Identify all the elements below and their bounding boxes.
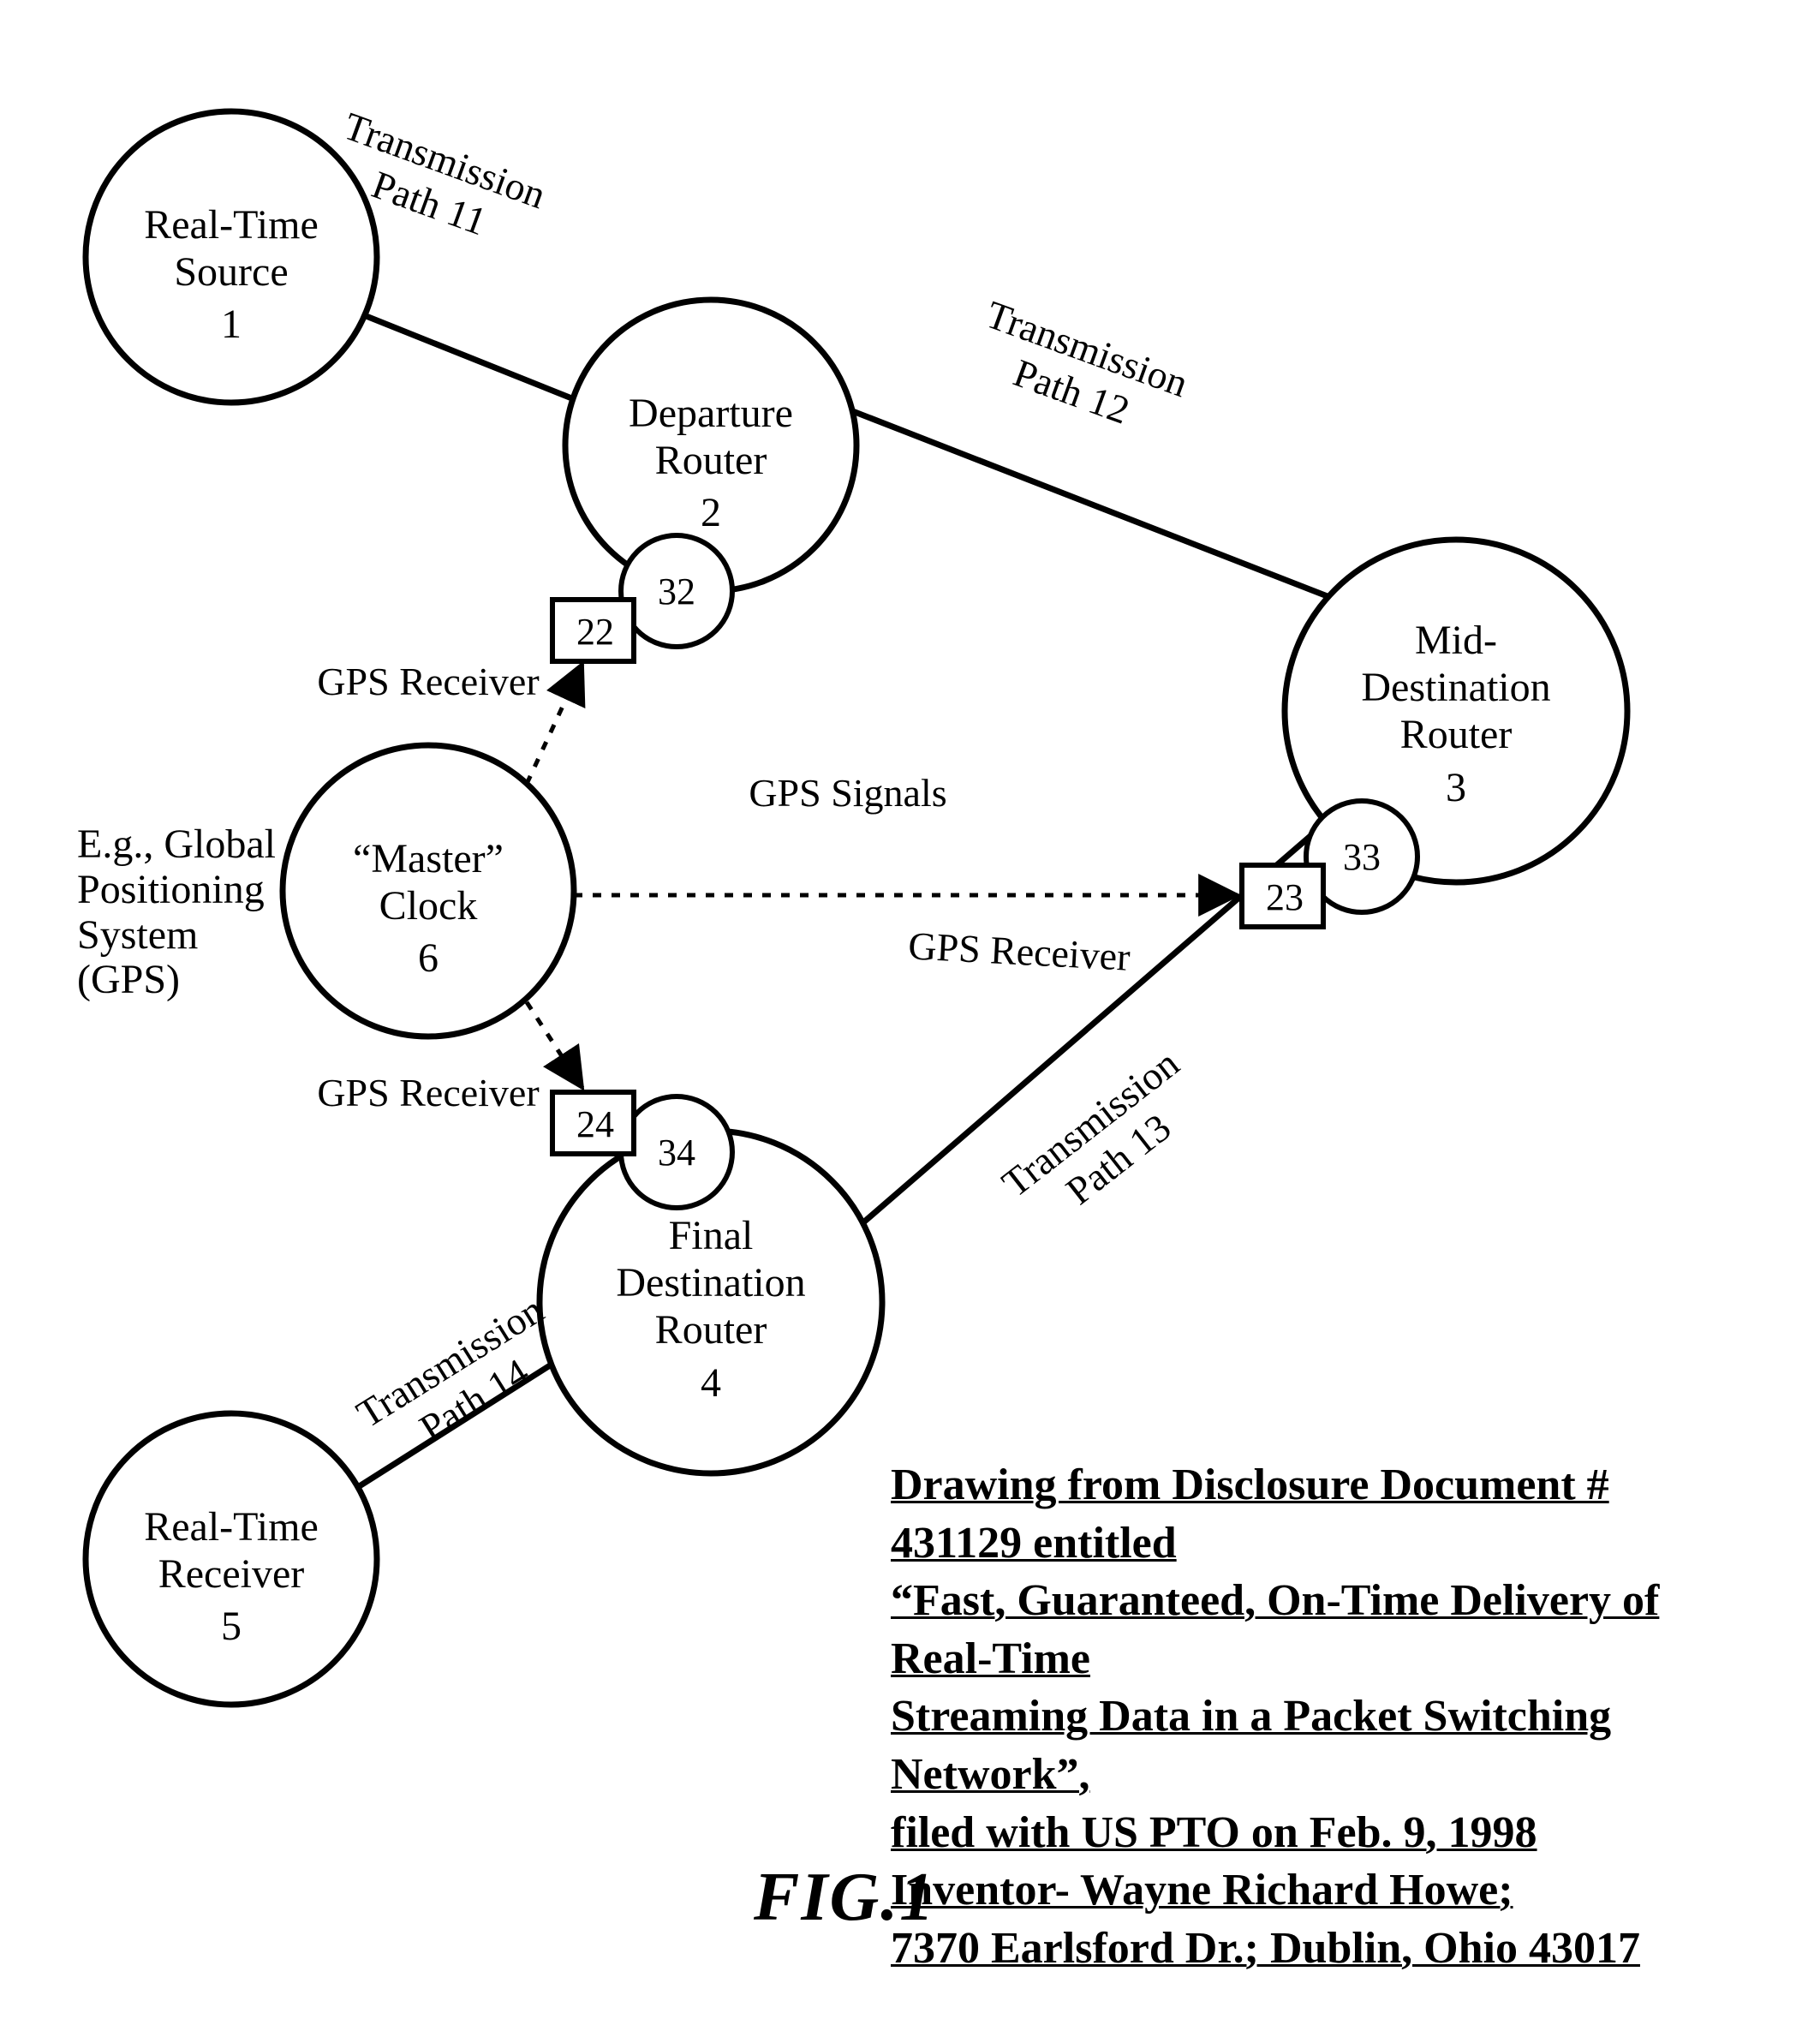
- circle-34: [621, 1096, 732, 1208]
- node-source: [86, 111, 377, 403]
- box-24: [552, 1092, 634, 1154]
- box-23: [1242, 865, 1323, 927]
- figure-label: FIG.1: [754, 1859, 935, 1937]
- caption-block: Drawing from Disclosure Document # 43112…: [891, 1456, 1747, 1977]
- node-master: [283, 745, 574, 1036]
- box-22: [552, 600, 634, 661]
- circle-32: [621, 535, 732, 647]
- node-receiver: [86, 1413, 377, 1705]
